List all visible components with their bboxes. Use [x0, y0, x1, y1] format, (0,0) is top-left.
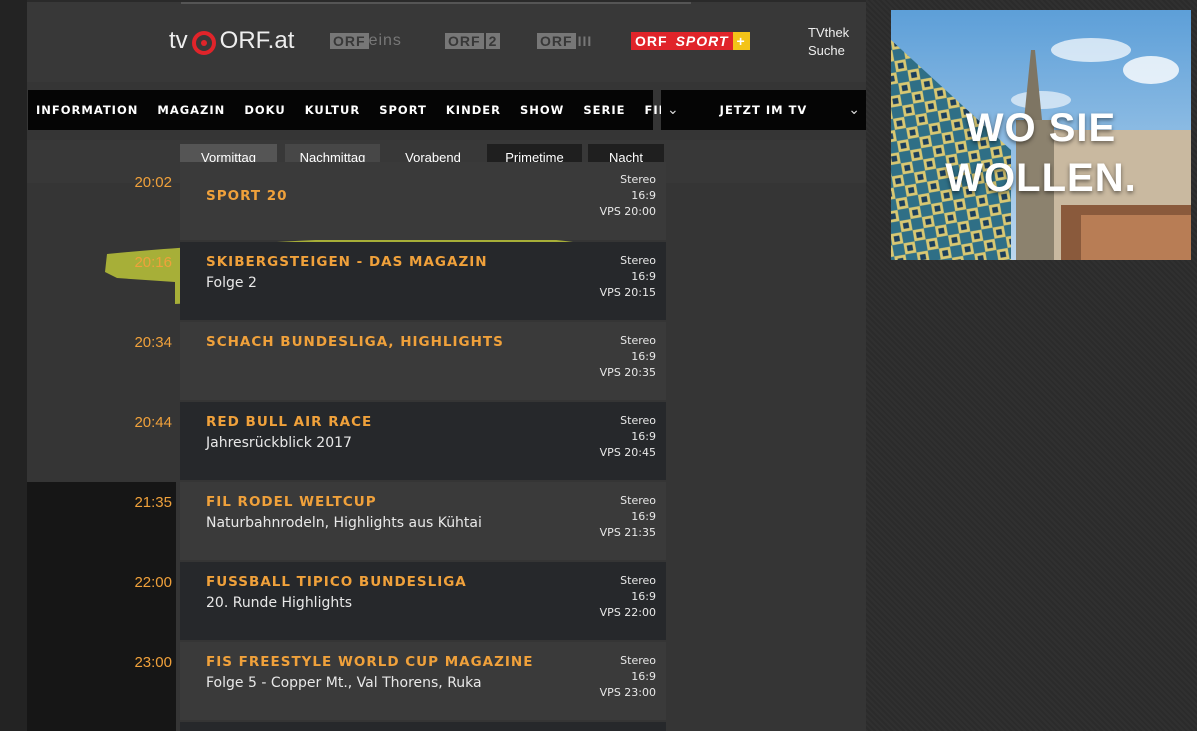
tv-orf-logo[interactable]: tv ORF.at — [169, 24, 294, 58]
header-divider — [181, 2, 691, 4]
nav-item-kultur[interactable]: KULTUR — [305, 103, 361, 117]
orf-eins-mark: ORF — [330, 33, 369, 49]
format-label: 16:9 — [631, 189, 656, 202]
program-title: SKIBERGSTEIGEN - DAS MAGAZIN — [206, 254, 488, 270]
program-meta: Stereo 16:9 VPS 20:00 — [600, 172, 656, 220]
tvthek-links: TVthek Suche — [808, 24, 849, 60]
program-meta: Stereo 16:9 VPS 23:00 — [600, 653, 656, 701]
time-column-late — [27, 482, 176, 731]
program-subtitle: Folge 2 — [206, 275, 257, 291]
vps-label: VPS 20:45 — [599, 446, 656, 459]
orf3-mark: ORF — [537, 33, 576, 49]
nav-item-show[interactable]: SHOW — [520, 103, 564, 117]
program-subtitle: Folge 5 - Copper Mt., Val Thorens, Ruka — [206, 675, 482, 691]
program-row[interactable]: SPORT 20 Stereo 16:9 VPS 20:00 — [180, 162, 666, 240]
now-tv-dropdown[interactable]: ⌄ JETZT IM TV ⌄ — [661, 90, 866, 130]
program-subtitle: Naturbahnrodeln, Highlights aus Kühtai — [206, 515, 482, 531]
program-time: 20:16 — [134, 254, 172, 271]
orf3-logo[interactable]: ORF III — [537, 24, 592, 58]
audio-label: Stereo — [620, 414, 656, 427]
plus-icon: + — [732, 32, 750, 50]
sport-word: SPORT — [671, 32, 733, 50]
program-title: SPORT 20 — [206, 188, 288, 204]
nav-item-kinder[interactable]: KINDER — [446, 103, 501, 117]
program-time: 23:00 — [134, 654, 172, 671]
orf-eins-word: eins — [368, 32, 402, 49]
chevron-down-icon: ⌄ — [848, 102, 860, 118]
program-subtitle: Jahresrückblick 2017 — [206, 435, 352, 451]
program-row[interactable]: FIL RODEL WELTCUP Naturbahnrodeln, Highl… — [180, 482, 666, 560]
program-meta: Stereo 16:9 VPS 20:45 — [600, 413, 656, 461]
orf3-number: III — [577, 33, 593, 49]
tv-prefix: tv — [169, 27, 188, 54]
program-row[interactable]: SKIBERGSTEIGEN - DAS MAGAZIN Folge 2 Ste… — [180, 242, 666, 320]
nav-item-doku[interactable]: DOKU — [244, 103, 285, 117]
audio-label: Stereo — [620, 574, 656, 587]
vps-label: VPS 22:00 — [599, 606, 656, 619]
program-row[interactable]: RED BULL AIR RACE Jahresrückblick 2017 S… — [180, 402, 666, 480]
program-row[interactable] — [180, 722, 666, 731]
vps-label: VPS 20:35 — [599, 366, 656, 379]
program-title: RED BULL AIR RACE — [206, 414, 373, 430]
program-meta: Stereo 16:9 VPS 22:00 — [600, 573, 656, 621]
orf-eins-logo[interactable]: ORF eins — [330, 24, 402, 58]
program-time: 20:44 — [134, 414, 172, 431]
format-label: 16:9 — [631, 430, 656, 443]
program-title: FIL RODEL WELTCUP — [206, 494, 377, 510]
program-title: FIS FREESTYLE WORLD CUP MAGAZINE — [206, 654, 534, 670]
program-time: 21:35 — [134, 494, 172, 511]
program-row[interactable]: FIS FREESTYLE WORLD CUP MAGAZINE Folge 5… — [180, 642, 666, 720]
format-label: 16:9 — [631, 270, 656, 283]
vps-label: VPS 20:00 — [599, 205, 656, 218]
genre-nav: INFORMATION MAGAZIN DOKU KULTUR SPORT KI… — [28, 90, 678, 130]
sport-orf-mark: ORF — [631, 32, 672, 50]
orf2-number: 2 — [485, 33, 501, 49]
chevron-down-icon: ⌄ — [667, 102, 679, 118]
nav-item-magazin[interactable]: MAGAZIN — [157, 103, 225, 117]
audio-label: Stereo — [620, 494, 656, 507]
search-link[interactable]: Suche — [808, 42, 849, 60]
audio-label: Stereo — [620, 254, 656, 267]
program-time: 20:02 — [134, 174, 172, 191]
format-label: 16:9 — [631, 590, 656, 603]
program-title: FUSSBALL TIPICO BUNDESLIGA — [206, 574, 467, 590]
nav-item-sport[interactable]: SPORT — [379, 103, 427, 117]
program-meta: Stereo 16:9 VPS 21:35 — [600, 493, 656, 541]
program-subtitle: 20. Runde Highlights — [206, 595, 353, 611]
vps-label: VPS 21:35 — [599, 526, 656, 539]
format-label: 16:9 — [631, 510, 656, 523]
program-row[interactable]: SCHACH BUNDESLIGA, HIGHLIGHTS Stereo 16:… — [180, 322, 666, 400]
nav-item-information[interactable]: INFORMATION — [36, 103, 138, 117]
ad-headline-line1: WO SIE — [965, 106, 1117, 150]
program-meta: Stereo 16:9 VPS 20:15 — [600, 253, 656, 301]
vienna-advertisement[interactable]: WO SIE WOLLEN. — [891, 10, 1191, 260]
channel-header: tv ORF.at ORF eins ORF 2 ORF III ORF SPO… — [27, 0, 866, 82]
now-tv-label: JETZT IM TV — [719, 103, 808, 117]
format-label: 16:9 — [631, 350, 656, 363]
program-title: SCHACH BUNDESLIGA, HIGHLIGHTS — [206, 334, 504, 350]
audio-label: Stereo — [620, 654, 656, 667]
format-label: 16:9 — [631, 670, 656, 683]
program-meta: Stereo 16:9 VPS 20:35 — [600, 333, 656, 381]
audio-label: Stereo — [620, 173, 656, 186]
tvthek-link[interactable]: TVthek — [808, 24, 849, 42]
orf-eye-icon — [191, 31, 216, 55]
ad-headline-line2: WOLLEN. — [945, 156, 1137, 200]
vps-label: VPS 23:00 — [599, 686, 656, 699]
program-time: 20:34 — [134, 334, 172, 351]
orf2-mark: ORF — [445, 33, 484, 49]
audio-label: Stereo — [620, 334, 656, 347]
orf-sport-plus-logo[interactable]: ORF SPORT + — [631, 24, 750, 58]
program-time: 22:00 — [134, 574, 172, 591]
orf2-logo[interactable]: ORF 2 — [445, 24, 501, 58]
program-row[interactable]: FUSSBALL TIPICO BUNDESLIGA 20. Runde Hig… — [180, 562, 666, 640]
left-edge — [0, 0, 27, 731]
vps-label: VPS 20:15 — [599, 286, 656, 299]
orf-at-label: ORF.at — [219, 27, 295, 54]
nav-item-serie[interactable]: SERIE — [583, 103, 625, 117]
